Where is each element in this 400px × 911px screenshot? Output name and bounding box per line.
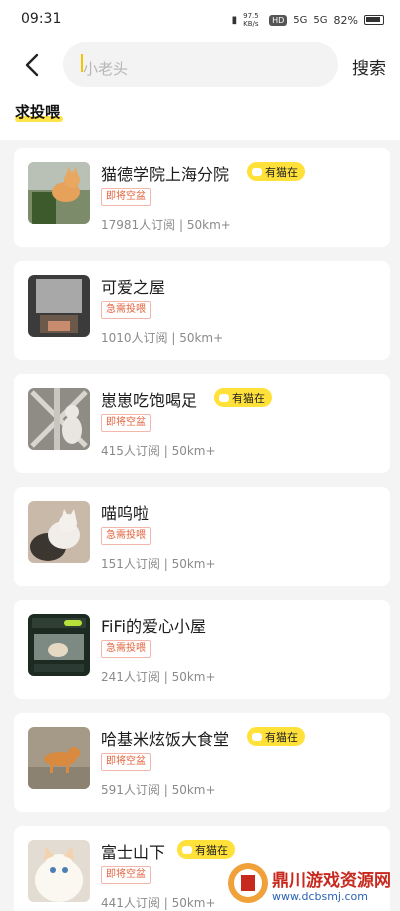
battery-icon xyxy=(364,15,384,25)
shelter-thumbnail xyxy=(28,840,90,902)
subscriber-info: 441人订阅 | 50km+ xyxy=(101,896,216,910)
shelter-card[interactable]: 猫德学院上海分院 有猫在 即将空盆 17981人订阅 | 50km+ xyxy=(14,148,390,247)
shelter-thumbnail xyxy=(28,501,90,563)
search-input[interactable] xyxy=(83,56,323,82)
status-tag: 即将空盆 xyxy=(101,753,151,771)
signal-icon: 5G xyxy=(293,14,308,26)
shelter-card[interactable]: 喵呜啦 急需投喂 151人订阅 | 50km+ xyxy=(14,487,390,586)
cat-badge-icon xyxy=(252,732,262,741)
shelter-thumbnail xyxy=(28,388,90,450)
shelter-thumbnail xyxy=(28,614,90,676)
net-speed: 97.5 KB/s xyxy=(243,12,259,28)
cat-badge-icon xyxy=(252,167,262,176)
shelter-thumbnail xyxy=(28,727,90,789)
status-icons: ▮ 97.5 KB/s HD 5G 5G 82% xyxy=(232,12,384,28)
site-watermark: 鼎川游戏资源网 www.dcbsmj.com xyxy=(222,855,400,911)
shelter-card[interactable]: 可爱之屋 急需投喂 1010人订阅 | 50km+ xyxy=(14,261,390,360)
status-tag: 即将空盆 xyxy=(101,188,151,206)
has-cat-badge-label: 有猫在 xyxy=(232,391,265,405)
status-tag: 即将空盆 xyxy=(101,866,151,884)
shelter-name: 喵呜啦 xyxy=(101,504,150,523)
subscriber-info: 151人订阅 | 50km+ xyxy=(101,557,216,571)
shelter-thumbnail xyxy=(28,162,90,224)
watermark-title: 鼎川游戏资源网 xyxy=(272,871,391,891)
subscriber-info: 1010人订阅 | 50km+ xyxy=(101,331,224,345)
has-cat-badge-label: 有猫在 xyxy=(265,165,298,179)
section-title: 求投喂 xyxy=(15,103,61,121)
chevron-left-icon xyxy=(25,53,39,77)
battery-percent: 82% xyxy=(333,13,358,27)
search-button[interactable]: 搜索 xyxy=(352,54,386,79)
has-cat-badge: 有猫在 xyxy=(247,162,305,181)
shelter-thumbnail xyxy=(28,275,90,337)
status-time: 09:31 xyxy=(21,11,62,27)
shelter-name: FiFi的爱心小屋 xyxy=(101,617,206,636)
search-box[interactable] xyxy=(63,42,338,87)
shelter-name: 可爱之屋 xyxy=(101,278,166,297)
shelter-card[interactable]: 哈基米炫饭大食堂 有猫在 即将空盆 591人订阅 | 50km+ xyxy=(14,713,390,812)
status-bar: 09:31 ▮ 97.5 KB/s HD 5G 5G 82% xyxy=(0,0,400,40)
vibrate-icon: ▮ xyxy=(231,14,238,26)
shelter-name: 崽崽吃饱喝足 xyxy=(101,391,198,410)
watermark-logo-icon xyxy=(228,863,268,903)
has-cat-badge: 有猫在 xyxy=(214,388,272,407)
shelter-name: 哈基米炫饭大食堂 xyxy=(101,730,230,749)
cat-badge-icon xyxy=(182,845,192,854)
watermark-url: www.dcbsmj.com xyxy=(272,890,368,903)
shelter-name: 富士山下 xyxy=(101,843,166,862)
shelter-card[interactable]: FiFi的爱心小屋 急需投喂 241人订阅 | 50km+ xyxy=(14,600,390,699)
hd-icon: HD xyxy=(269,14,288,26)
subscriber-info: 17981人订阅 | 50km+ xyxy=(101,218,231,232)
has-cat-badge-label: 有猫在 xyxy=(265,730,298,744)
status-tag: 急需投喂 xyxy=(101,640,151,658)
subscriber-info: 415人订阅 | 50km+ xyxy=(101,444,216,458)
status-tag: 急需投喂 xyxy=(101,301,151,319)
signal-icon-2: 5G xyxy=(313,14,328,26)
status-tag: 即将空盆 xyxy=(101,414,151,432)
has-cat-badge: 有猫在 xyxy=(247,727,305,746)
cat-badge-icon xyxy=(219,393,229,402)
back-button[interactable] xyxy=(18,50,48,80)
shelter-card[interactable]: 崽崽吃饱喝足 有猫在 即将空盆 415人订阅 | 50km+ xyxy=(14,374,390,473)
status-tag: 急需投喂 xyxy=(101,527,151,545)
subscriber-info: 591人订阅 | 50km+ xyxy=(101,783,216,797)
subscriber-info: 241人订阅 | 50km+ xyxy=(101,670,216,684)
shelter-name: 猫德学院上海分院 xyxy=(101,165,230,184)
